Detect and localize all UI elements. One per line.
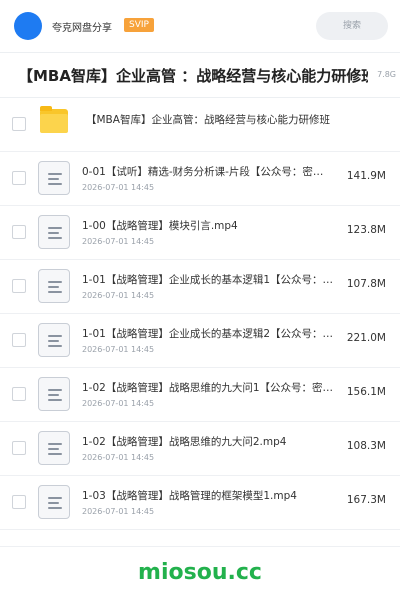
item-size: 123.8M [346,224,386,236]
watermark: miosou.cc [138,560,262,585]
search-button[interactable]: 搜索 [316,12,388,40]
item-size: 108.3M [346,440,386,452]
item-date: 2026-07-01 14:45 [82,453,155,462]
folder-icon [36,106,70,141]
list-item[interactable]: 1-00【战略管理】模块引言.mp4 2026-07-01 14:45 123.… [0,206,400,260]
select-checkbox[interactable] [12,171,26,185]
avatar[interactable] [14,12,42,40]
svip-badge: SVIP [124,18,154,32]
list-item[interactable]: 1-01【战略管理】企业成长的基本逻辑1【公众号：… 2026-07-01 14… [0,260,400,314]
list-item[interactable]: 1-01【战略管理】企业成长的基本逻辑2【公众号：… 2026-07-01 14… [0,314,400,368]
share-title-row: 【MBA智库】企业高管 ：战略经营与核心能力研修班 7.8G [0,53,400,97]
file-icon [36,431,70,465]
item-size: 167.3M [346,494,386,506]
item-date: 2026-07-01 14:45 [82,507,155,516]
item-name: 【MBA智库】企业高管：战略经营与核心能力研修班 [86,114,330,126]
total-size: 7.8G [377,70,396,79]
list-item-folder[interactable]: 【MBA智库】企业高管：战略经营与核心能力研修班 [0,98,400,152]
select-checkbox[interactable] [12,117,26,131]
list-item[interactable]: 1-02【战略管理】战略思维的九大问2.mp4 2026-07-01 14:45… [0,422,400,476]
file-icon [36,485,70,519]
item-date: 2026-07-01 14:45 [82,291,155,300]
list-item[interactable]: 1-03【战略管理】战略管理的框架模型1.mp4 2026-07-01 14:4… [0,476,400,530]
item-name: 1-03【战略管理】战略管理的框架模型1.mp4 [82,490,297,502]
file-icon [36,269,70,303]
item-name: 1-02【战略管理】战略思维的九大问1【公众号：密… [82,382,334,394]
select-checkbox[interactable] [12,333,26,347]
select-checkbox[interactable] [12,495,26,509]
item-size: 141.9M [346,170,386,182]
item-date: 2026-07-01 14:45 [82,399,155,408]
item-name: 0-01【试听】精选-财务分析课-片段【公众号：密… [82,166,324,178]
select-checkbox[interactable] [12,441,26,455]
file-icon [36,323,70,357]
header: 夸克网盘分享 SVIP 搜索 [0,0,400,52]
list-end-divider [0,546,400,547]
item-date: 2026-07-01 14:45 [82,237,155,246]
select-checkbox[interactable] [12,387,26,401]
item-name: 1-02【战略管理】战略思维的九大问2.mp4 [82,436,287,448]
select-checkbox[interactable] [12,225,26,239]
file-icon [36,377,70,411]
file-icon [36,161,70,195]
item-size: 107.8M [346,278,386,290]
list-item[interactable]: 1-02【战略管理】战略思维的九大问1【公众号：密… 2026-07-01 14… [0,368,400,422]
item-size: 156.1M [346,386,386,398]
item-date: 2026-07-01 14:45 [82,183,155,192]
select-checkbox[interactable] [12,279,26,293]
share-owner-name: 夸克网盘分享 [52,23,112,34]
file-icon [36,215,70,249]
item-name: 1-01【战略管理】企业成长的基本逻辑1【公众号：… [82,274,334,286]
item-date: 2026-07-01 14:45 [82,345,155,354]
list-item[interactable]: 0-01【试听】精选-财务分析课-片段【公众号：密… 2026-07-01 14… [0,152,400,206]
page-title: 【MBA智库】企业高管 ：战略经营与核心能力研修班 [18,67,368,85]
item-name: 1-00【战略管理】模块引言.mp4 [82,220,238,232]
item-name: 1-01【战略管理】企业成长的基本逻辑2【公众号：… [82,328,334,340]
item-size: 221.0M [346,332,386,344]
